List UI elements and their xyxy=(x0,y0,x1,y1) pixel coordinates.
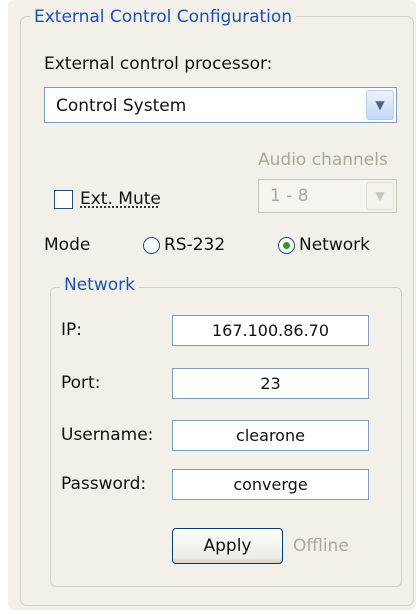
processor-value: Control System xyxy=(56,96,187,116)
audio-channels-label: Audio channels xyxy=(258,150,388,170)
status-text: Offline xyxy=(293,536,349,556)
ext-mute-label[interactable]: Ext. Mute xyxy=(80,188,161,210)
chevron-down-icon[interactable]: ▼ xyxy=(366,182,394,210)
password-label: Password: xyxy=(61,474,147,494)
ip-field[interactable]: 167.100.86.70 xyxy=(172,315,369,346)
radio-network[interactable] xyxy=(278,237,295,254)
processor-select[interactable]: Control System ▼ xyxy=(44,87,397,123)
port-label: Port: xyxy=(61,373,101,393)
chevron-down-icon[interactable]: ▼ xyxy=(366,90,394,120)
ext-mute-checkbox[interactable] xyxy=(54,190,73,209)
radio-rs232[interactable] xyxy=(143,237,160,254)
username-label: Username: xyxy=(61,425,154,445)
ip-label: IP: xyxy=(61,320,82,340)
username-field[interactable]: clearone xyxy=(172,420,369,451)
radio-network-label[interactable]: Network xyxy=(299,234,370,256)
group-title: External Control Configuration xyxy=(30,6,297,28)
port-field[interactable]: 23 xyxy=(172,368,369,399)
processor-label: External control processor: xyxy=(44,54,273,74)
audio-channels-select[interactable]: 1 - 8 ▼ xyxy=(258,179,397,213)
apply-button[interactable]: Apply xyxy=(172,528,283,564)
mode-label: Mode xyxy=(44,235,91,255)
network-group-title: Network xyxy=(60,274,139,296)
password-field[interactable]: converge xyxy=(172,469,369,500)
radio-rs232-label[interactable]: RS-232 xyxy=(164,234,225,256)
audio-channels-value: 1 - 8 xyxy=(270,186,309,206)
radio-selected-dot xyxy=(283,242,290,249)
